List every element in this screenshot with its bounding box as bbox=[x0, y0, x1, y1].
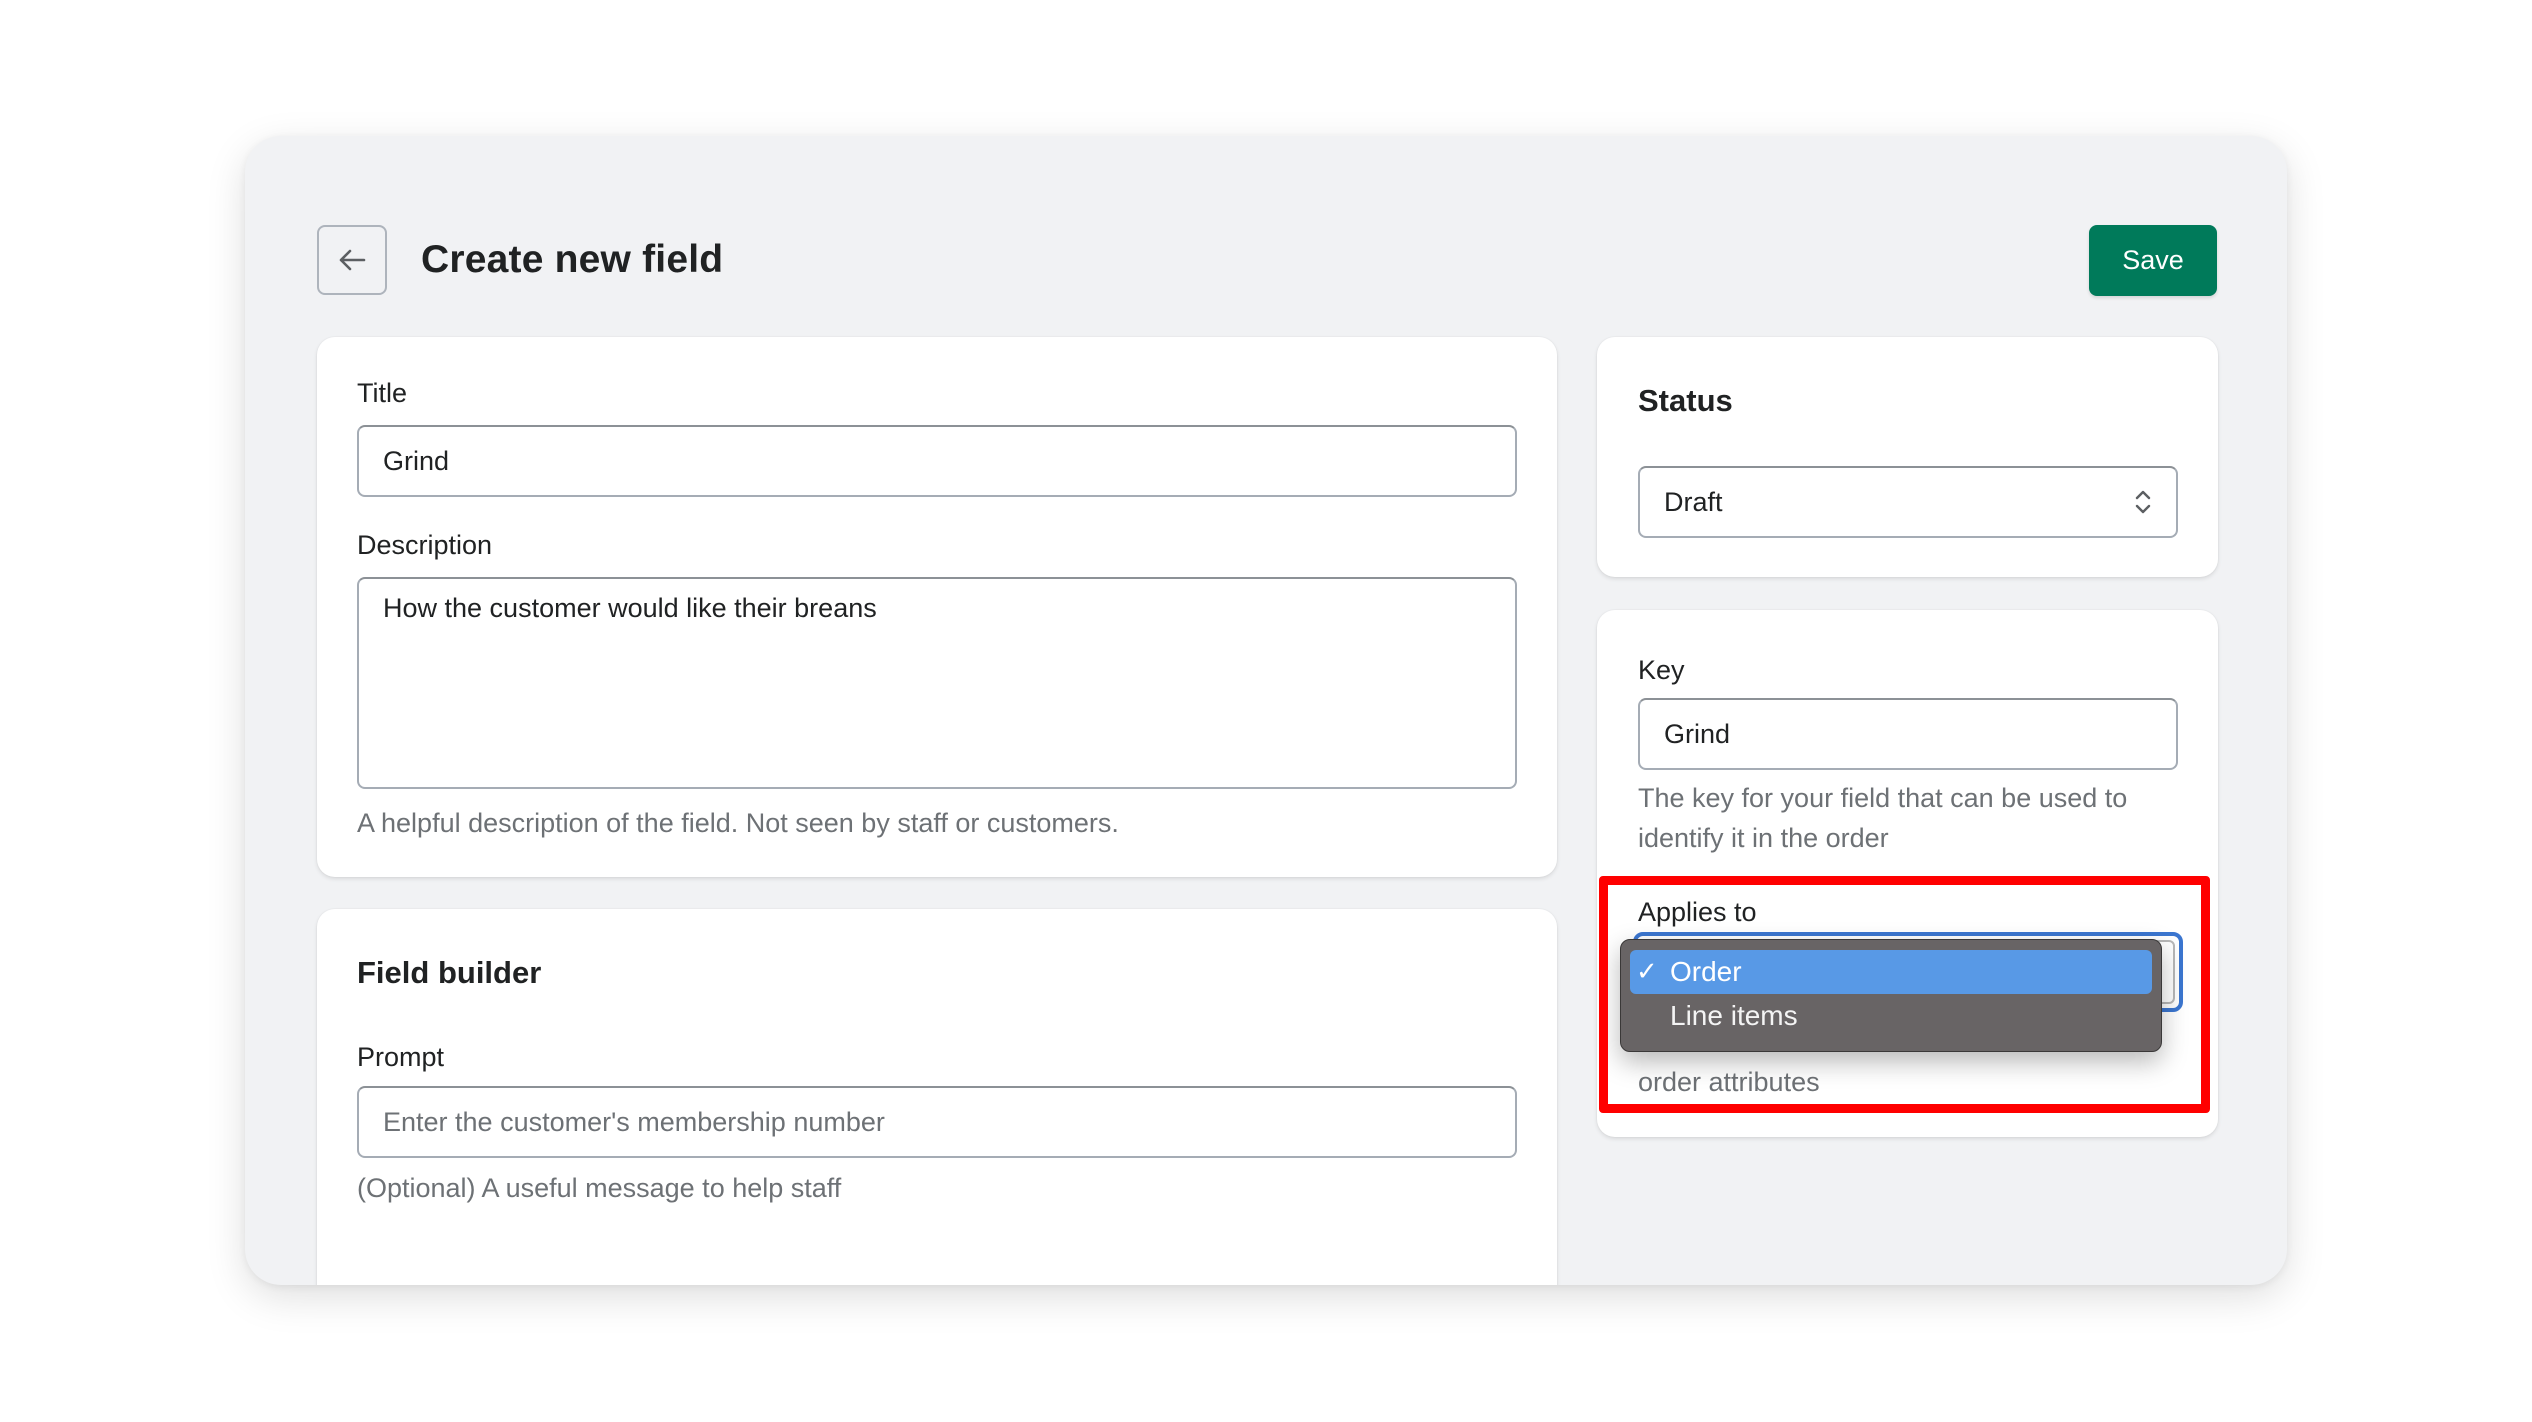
prompt-help-text: (Optional) A useful message to help staf… bbox=[357, 1173, 842, 1203]
description-label: Description bbox=[357, 530, 493, 560]
status-select-value: Draft bbox=[1664, 486, 1723, 517]
description-textarea[interactable]: How the customer would like their breans bbox=[357, 577, 1517, 789]
field-builder-heading: Field builder bbox=[357, 955, 542, 990]
prompt-placeholder: Enter the customer's membership number bbox=[383, 1106, 885, 1137]
menu-item-label: Order bbox=[1670, 956, 1742, 987]
key-help-line-1: The key for your field that can be used … bbox=[1638, 783, 2128, 813]
description-value: How the customer would like their breans bbox=[383, 593, 877, 623]
app-window: Create new field Save Title Grind Descri… bbox=[245, 136, 2287, 1285]
arrow-left-icon bbox=[339, 249, 366, 271]
field-builder-card: Field builder Prompt Enter the customer'… bbox=[317, 909, 1557, 1285]
prompt-input[interactable]: Enter the customer's membership number bbox=[357, 1086, 1517, 1158]
key-input[interactable]: Grind bbox=[1638, 698, 2178, 770]
save-button[interactable]: Save bbox=[2089, 225, 2217, 296]
details-card: Title Grind Description How the customer… bbox=[317, 337, 1557, 877]
page-title: Create new field bbox=[421, 238, 724, 281]
select-chevrons-icon bbox=[2135, 490, 2151, 514]
checkmark-icon: ✓ bbox=[1636, 955, 1658, 986]
status-card: Status Draft bbox=[1597, 337, 2218, 577]
key-input-value: Grind bbox=[1664, 718, 1731, 749]
back-button[interactable] bbox=[317, 225, 387, 295]
menu-item-order[interactable]: ✓ Order bbox=[1630, 950, 2152, 994]
status-heading: Status bbox=[1638, 383, 1733, 418]
prompt-label: Prompt bbox=[357, 1042, 445, 1072]
title-input[interactable]: Grind bbox=[357, 425, 1517, 497]
description-help-text: A helpful description of the field. Not … bbox=[357, 808, 1119, 838]
applies-to-help-text: order attributes bbox=[1638, 1067, 1820, 1097]
menu-item-label: Line items bbox=[1670, 1000, 1798, 1031]
title-label: Title bbox=[357, 378, 408, 408]
key-help-line-2: identify it in the order bbox=[1638, 823, 1889, 853]
status-select[interactable]: Draft bbox=[1638, 466, 2178, 538]
key-label: Key bbox=[1638, 655, 1685, 685]
applies-to-label: Applies to bbox=[1638, 897, 1757, 927]
key-card: Key Grind The key for your field that ca… bbox=[1597, 610, 2218, 1137]
applies-to-dropdown-menu: ✓ Order Line items bbox=[1620, 939, 2162, 1052]
title-input-value: Grind bbox=[383, 445, 450, 476]
menu-item-line-items[interactable]: Line items bbox=[1630, 994, 2152, 1038]
